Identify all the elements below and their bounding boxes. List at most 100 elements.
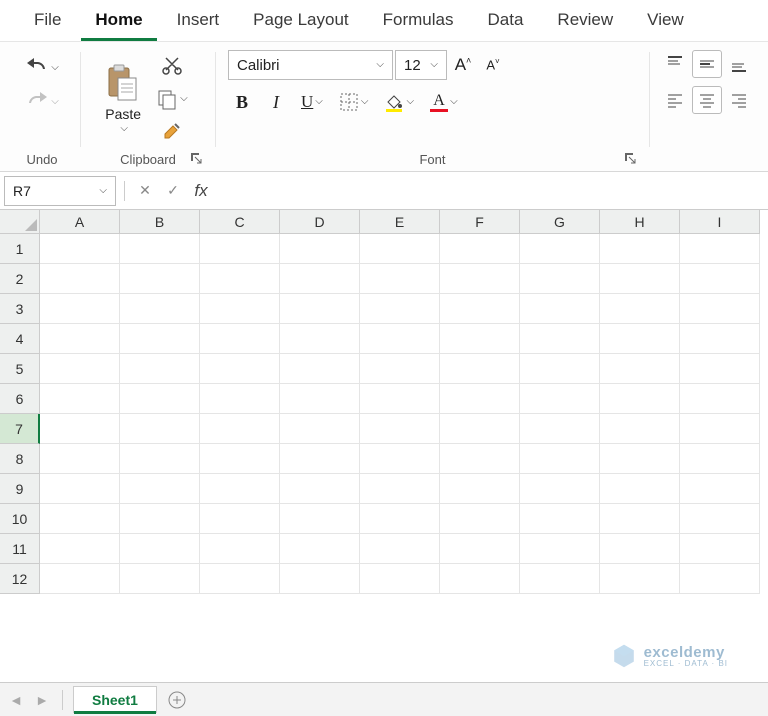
cell[interactable] <box>200 264 280 294</box>
cell[interactable] <box>360 414 440 444</box>
cell[interactable] <box>600 444 680 474</box>
cell[interactable] <box>360 324 440 354</box>
cell[interactable] <box>200 294 280 324</box>
cell[interactable] <box>120 234 200 264</box>
insert-function-button[interactable]: fx <box>189 179 213 203</box>
align-middle-button[interactable] <box>692 50 722 78</box>
accept-formula-button[interactable]: ✓ <box>161 179 185 203</box>
cell[interactable] <box>440 324 520 354</box>
row-header[interactable]: 1 <box>0 234 40 264</box>
col-header[interactable]: B <box>120 210 200 234</box>
row-header[interactable]: 2 <box>0 264 40 294</box>
align-right-button[interactable] <box>724 86 754 114</box>
cell[interactable] <box>40 444 120 474</box>
cell[interactable] <box>680 354 760 384</box>
row-header[interactable]: 3 <box>0 294 40 324</box>
cell[interactable] <box>120 504 200 534</box>
cell[interactable] <box>680 264 760 294</box>
cell[interactable] <box>520 444 600 474</box>
align-left-button[interactable] <box>660 86 690 114</box>
tab-view[interactable]: View <box>633 4 698 41</box>
cell[interactable] <box>360 474 440 504</box>
font-size-select[interactable]: 12 ⌵ <box>395 50 447 80</box>
cell[interactable] <box>200 354 280 384</box>
bold-button[interactable]: B <box>228 88 256 116</box>
col-header[interactable]: E <box>360 210 440 234</box>
align-center-button[interactable] <box>692 86 722 114</box>
sheet-nav-next[interactable]: ► <box>32 690 52 710</box>
cell[interactable] <box>600 234 680 264</box>
paste-button[interactable]: Paste ⌵ <box>103 62 143 136</box>
tab-page-layout[interactable]: Page Layout <box>239 4 362 41</box>
undo-button[interactable]: ⌵ <box>20 54 64 82</box>
tab-home[interactable]: Home <box>81 4 156 41</box>
cell[interactable] <box>280 234 360 264</box>
cancel-formula-button[interactable]: ✕ <box>133 179 157 203</box>
cell[interactable] <box>200 414 280 444</box>
row-header[interactable]: 7 <box>0 414 40 444</box>
cell[interactable] <box>440 474 520 504</box>
cell[interactable] <box>680 564 760 594</box>
fill-color-button[interactable]: ⌵ <box>379 88 419 116</box>
cell[interactable] <box>200 474 280 504</box>
cell[interactable] <box>680 294 760 324</box>
cell[interactable] <box>600 294 680 324</box>
cell[interactable] <box>120 414 200 444</box>
cell[interactable] <box>120 384 200 414</box>
cell[interactable] <box>120 564 200 594</box>
cell[interactable] <box>120 534 200 564</box>
italic-button[interactable]: I <box>262 88 290 116</box>
cell[interactable] <box>680 414 760 444</box>
cell[interactable] <box>600 384 680 414</box>
cell[interactable] <box>520 324 600 354</box>
cell[interactable] <box>280 294 360 324</box>
cut-button[interactable] <box>156 53 188 81</box>
increase-font-button[interactable]: A˄ <box>449 51 477 79</box>
cell[interactable] <box>680 324 760 354</box>
cell[interactable] <box>440 564 520 594</box>
cell[interactable] <box>440 354 520 384</box>
cell[interactable] <box>520 384 600 414</box>
sheet-tab-active[interactable]: Sheet1 <box>73 686 157 713</box>
name-box[interactable]: R7 ⌵ <box>4 176 116 206</box>
cell[interactable] <box>40 564 120 594</box>
cell[interactable] <box>280 564 360 594</box>
cell[interactable] <box>200 564 280 594</box>
format-painter-button[interactable] <box>156 117 188 145</box>
borders-button[interactable]: ⌵ <box>334 88 374 116</box>
sheet-nav-prev[interactable]: ◄ <box>6 690 26 710</box>
cell[interactable] <box>40 264 120 294</box>
cell[interactable] <box>360 444 440 474</box>
col-header[interactable]: G <box>520 210 600 234</box>
cell[interactable] <box>520 474 600 504</box>
cell[interactable] <box>520 414 600 444</box>
tab-formulas[interactable]: Formulas <box>369 4 468 41</box>
row-header[interactable]: 12 <box>0 564 40 594</box>
cell[interactable] <box>200 444 280 474</box>
cell[interactable] <box>120 354 200 384</box>
cell[interactable] <box>440 264 520 294</box>
cell[interactable] <box>280 534 360 564</box>
cell[interactable] <box>600 324 680 354</box>
font-name-select[interactable]: Calibri ⌵ <box>228 50 393 80</box>
cell[interactable] <box>120 444 200 474</box>
cell[interactable] <box>280 414 360 444</box>
cell[interactable] <box>680 384 760 414</box>
row-header[interactable]: 11 <box>0 534 40 564</box>
cell[interactable] <box>40 354 120 384</box>
cell[interactable] <box>40 414 120 444</box>
cell[interactable] <box>600 354 680 384</box>
col-header[interactable]: F <box>440 210 520 234</box>
cell[interactable] <box>40 324 120 354</box>
cell[interactable] <box>120 294 200 324</box>
cell[interactable] <box>200 234 280 264</box>
col-header[interactable]: D <box>280 210 360 234</box>
cell[interactable] <box>280 444 360 474</box>
cell[interactable] <box>600 504 680 534</box>
cell[interactable] <box>520 564 600 594</box>
cell[interactable] <box>520 534 600 564</box>
cell[interactable] <box>600 474 680 504</box>
cell[interactable] <box>440 444 520 474</box>
formula-input[interactable] <box>217 177 764 205</box>
cell[interactable] <box>680 504 760 534</box>
